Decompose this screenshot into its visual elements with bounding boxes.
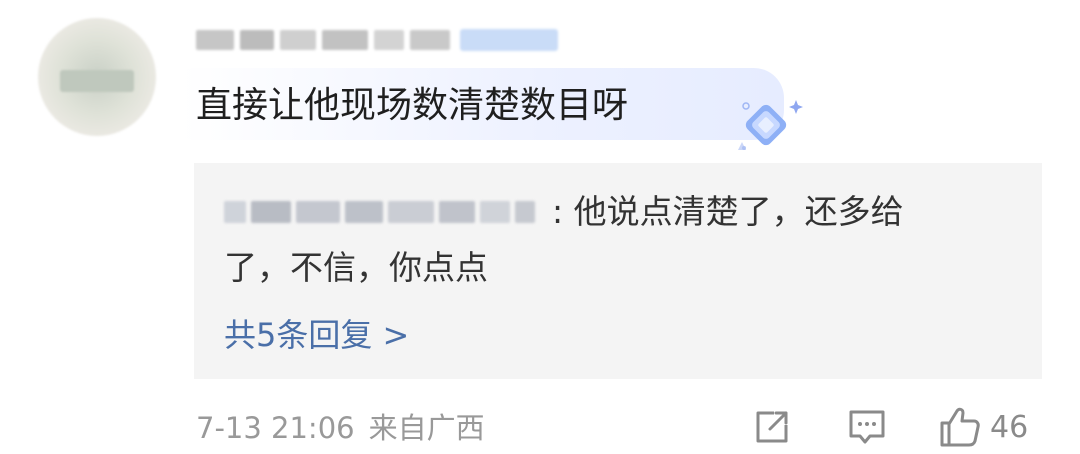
username-mosaic-block — [280, 30, 316, 50]
username-mosaic-block — [374, 30, 404, 50]
reply-username-pixelated[interactable] — [224, 192, 535, 232]
username-mosaic-block — [240, 30, 274, 50]
like-icon — [940, 407, 980, 447]
reply-username-mosaic-block — [296, 201, 340, 223]
view-more-replies-link[interactable]: 共5条回复 > — [224, 312, 409, 358]
reply-username-mosaic-block — [480, 201, 510, 223]
reply-username-mosaic-block — [388, 201, 434, 223]
username-mosaic-block — [410, 30, 450, 50]
avatar[interactable] — [38, 18, 156, 136]
comment-location: 来自广西 — [368, 411, 485, 445]
reply-username-mosaic-block — [515, 201, 535, 223]
comment-text: 直接让他现场数清楚数目呀 — [196, 85, 629, 126]
reply-username-mosaic-block — [439, 201, 475, 223]
reply-text-line-1: : 他说点清楚了，还多给 — [552, 192, 904, 231]
share-button[interactable] — [752, 404, 792, 450]
reply-username-mosaic-block — [224, 201, 246, 223]
reply-username-mosaic-block — [345, 201, 383, 223]
like-count: 46 — [990, 409, 1029, 445]
comment-date: 7-13 21:06 — [196, 411, 355, 445]
username-mosaic-block — [196, 30, 234, 50]
comment-icon — [849, 410, 885, 444]
share-icon — [756, 411, 788, 443]
comment-meta: 7-13 21:06 来自广西 — [196, 406, 485, 450]
like-button[interactable]: 46 — [938, 404, 1028, 450]
username-pixelated[interactable] — [196, 24, 558, 56]
user-badge-pixelated — [460, 29, 558, 51]
reply-text-line-2: 了，不信，你点点 — [224, 248, 488, 287]
username-mosaic-block — [322, 30, 368, 50]
reply-username-mosaic-block — [251, 201, 291, 223]
avatar-blur-detail — [60, 70, 134, 92]
blue-diamond-badge-icon — [738, 100, 803, 150]
comment-button[interactable] — [846, 404, 888, 450]
